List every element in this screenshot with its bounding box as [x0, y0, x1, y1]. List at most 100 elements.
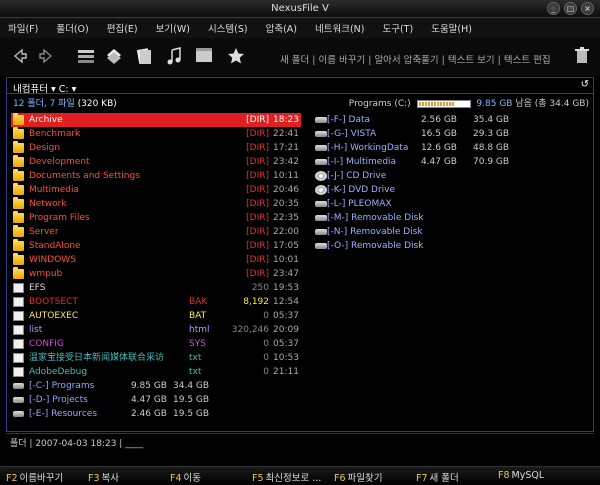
file-time: 05:37 [273, 339, 299, 349]
maximize-button[interactable]: □ [564, 2, 577, 15]
drive-row[interactable]: [-I-] Multimedia 4.47 GB 70.9 GB [311, 155, 591, 169]
file-row[interactable]: AUTOEXEC BAT 0 05:37 [11, 309, 301, 323]
drive-row[interactable]: [-G-] VISTA 16.5 GB 29.3 GB [311, 127, 591, 141]
file-row[interactable]: StandAlone [DIR] 17:05 [11, 239, 301, 253]
file-size: [DIR] [246, 241, 269, 251]
fkey-key: F7 [416, 473, 428, 484]
drive-name: [-E-] Resources [29, 409, 98, 419]
file-row[interactable]: AdobeDebug txt 0 21:11 [11, 365, 301, 379]
file-name: StandAlone [29, 241, 81, 251]
drive-free: 2.46 GB [130, 409, 167, 419]
file-row[interactable]: wmpub [DIR] 23:47 [11, 267, 301, 281]
file-size: [DIR] [246, 143, 269, 153]
menu-system[interactable]: 시스템(S) [208, 21, 248, 35]
file-row[interactable]: list html 320,246 20:09 [11, 323, 301, 337]
file-icon [13, 311, 24, 321]
file-row[interactable]: Program Files [DIR] 22:35 [11, 211, 301, 225]
drive-free: 9.85 GB [476, 99, 513, 109]
drive-label: Programs (C:) [348, 99, 411, 109]
menu-help[interactable]: 도움말(H) [431, 21, 472, 35]
file-row[interactable]: Benchmark [DIR] 22:41 [11, 127, 301, 141]
file-row[interactable]: Archive [DIR] 18:23 [11, 113, 301, 127]
fkey-f2[interactable]: F2 이름바꾸기 [6, 470, 63, 484]
file-time: 05:37 [273, 311, 299, 321]
file-name: Benchmark [29, 129, 81, 139]
fkey-f3[interactable]: F3 복사 [88, 470, 119, 484]
drive-row[interactable]: [-C-] Programs 9.85 GB 34.4 GB [11, 379, 301, 393]
fkey-f5[interactable]: F5 최신정보로 ... [252, 470, 321, 484]
drive-icon [13, 411, 24, 417]
file-name: 温家宝接受日本新闻媒体联合采访 [29, 353, 165, 363]
file-icon [13, 325, 24, 335]
drive-row[interactable]: [-O-] Removable Disk [311, 239, 591, 253]
drive-name: [-J-] CD Drive [327, 171, 387, 181]
fkey-f8[interactable]: F8 MySQL [498, 470, 544, 481]
file-time: 22:35 [273, 213, 299, 223]
drive-row[interactable]: [-J-] CD Drive [311, 169, 591, 183]
drive-row[interactable]: [-H-] WorkingData 12.6 GB 48.8 GB [311, 141, 591, 155]
menu-tools[interactable]: 도구(T) [383, 21, 414, 35]
status-bar: 폴더 | 2007-04-03 18:23 | ____ [6, 433, 594, 449]
menu-compress[interactable]: 압축(A) [266, 21, 297, 35]
drive-row[interactable]: [-L-] PLEOMAX [311, 197, 591, 211]
file-row[interactable]: Multimedia [DIR] 20:46 [11, 183, 301, 197]
file-name: BOOTSECT [29, 297, 78, 307]
drive-name: [-O-] Removable Disk [327, 241, 424, 251]
refresh-icon[interactable]: ↺ [581, 79, 589, 90]
minimize-button[interactable]: _ [547, 2, 560, 15]
drive-row[interactable]: [-K-] DVD Drive [311, 183, 591, 197]
file-size: [DIR] [246, 199, 269, 209]
file-size: [DIR] [246, 269, 269, 279]
documents-icon[interactable] [134, 46, 154, 66]
fkey-f6[interactable]: F6 파일찾기 [334, 470, 382, 484]
folder-icon [13, 155, 24, 167]
star-icon[interactable] [226, 46, 246, 66]
file-name: AUTOEXEC [29, 311, 79, 321]
fkey-key: F4 [170, 473, 182, 484]
item-size: (320 KB) [77, 99, 117, 109]
drive-row[interactable]: [-F-] Data 2.56 GB 35.4 GB [311, 113, 591, 127]
menu-network[interactable]: 네트워크(N) [315, 21, 364, 35]
file-time: 20:09 [273, 325, 299, 335]
back-arrow-icon[interactable] [10, 46, 30, 66]
selection-summary: 12 폴더, 7 파일 (320 KB) [13, 96, 117, 109]
drive-row[interactable]: [-E-] Resources 2.46 GB 19.5 GB [11, 407, 301, 421]
drive-icon [315, 201, 327, 207]
drive-icon [315, 131, 327, 137]
fkey-f4[interactable]: F4 이동 [170, 470, 201, 484]
file-time: 23:47 [273, 269, 299, 279]
drive-free: 16.5 GB [420, 129, 457, 139]
menu-file[interactable]: 파일(F) [8, 21, 38, 35]
file-row[interactable]: Design [DIR] 17:21 [11, 141, 301, 155]
file-name: list [29, 325, 43, 335]
close-button[interactable]: × [581, 2, 594, 15]
menu-edit[interactable]: 편집(E) [107, 21, 138, 35]
drive-name: [-L-] PLEOMAX [327, 199, 392, 209]
file-row[interactable]: EFS 250 19:53 [11, 281, 301, 295]
toolbar-quick-links[interactable]: 새 폴더 | 이름 바꾸기 | 알아서 압축풀기 | 텍스트 보기 | 텍스트 … [280, 52, 580, 66]
drive-row[interactable]: [-N-] Removable Disk [311, 225, 591, 239]
fkey-f7[interactable]: F7 새 폴더 [416, 470, 459, 484]
file-row[interactable]: Documents and Settings [DIR] 10:11 [11, 169, 301, 183]
file-row[interactable]: WINDOWS [DIR] 10:01 [11, 253, 301, 267]
film-icon[interactable] [194, 46, 214, 66]
thumbnail-view-icon[interactable] [104, 46, 124, 66]
list-view-icon[interactable] [76, 46, 96, 66]
path-dropdown[interactable]: 내컴퓨터 ▾ C: ▾ [13, 81, 76, 95]
file-row[interactable]: Development [DIR] 23:42 [11, 155, 301, 169]
trash-icon[interactable] [572, 46, 592, 66]
drive-row[interactable]: [-M-] Removable Disk [311, 211, 591, 225]
forward-arrow-icon[interactable] [36, 46, 56, 66]
file-row[interactable]: CONFIG SYS 0 05:37 [11, 337, 301, 351]
file-row[interactable]: Network [DIR] 20:35 [11, 197, 301, 211]
drive-row[interactable]: [-D-] Projects 4.47 GB 19.5 GB [11, 393, 301, 407]
file-row[interactable]: BOOTSECT BAK 8,192 12:54 [11, 295, 301, 309]
file-row[interactable]: Server [DIR] 22:00 [11, 225, 301, 239]
file-row[interactable]: 温家宝接受日本新闻媒体联合采访 txt 0 10:53 [11, 351, 301, 365]
file-size: 8,192 [243, 297, 269, 307]
panel-summary: 12 폴더, 7 파일 (320 KB) Programs (C:) 9.85 … [7, 95, 593, 109]
menu-folder[interactable]: 폴더(O) [56, 21, 88, 35]
menu-view[interactable]: 보기(W) [156, 21, 190, 35]
music-note-icon[interactable] [164, 46, 184, 66]
folder-icon [13, 267, 24, 279]
